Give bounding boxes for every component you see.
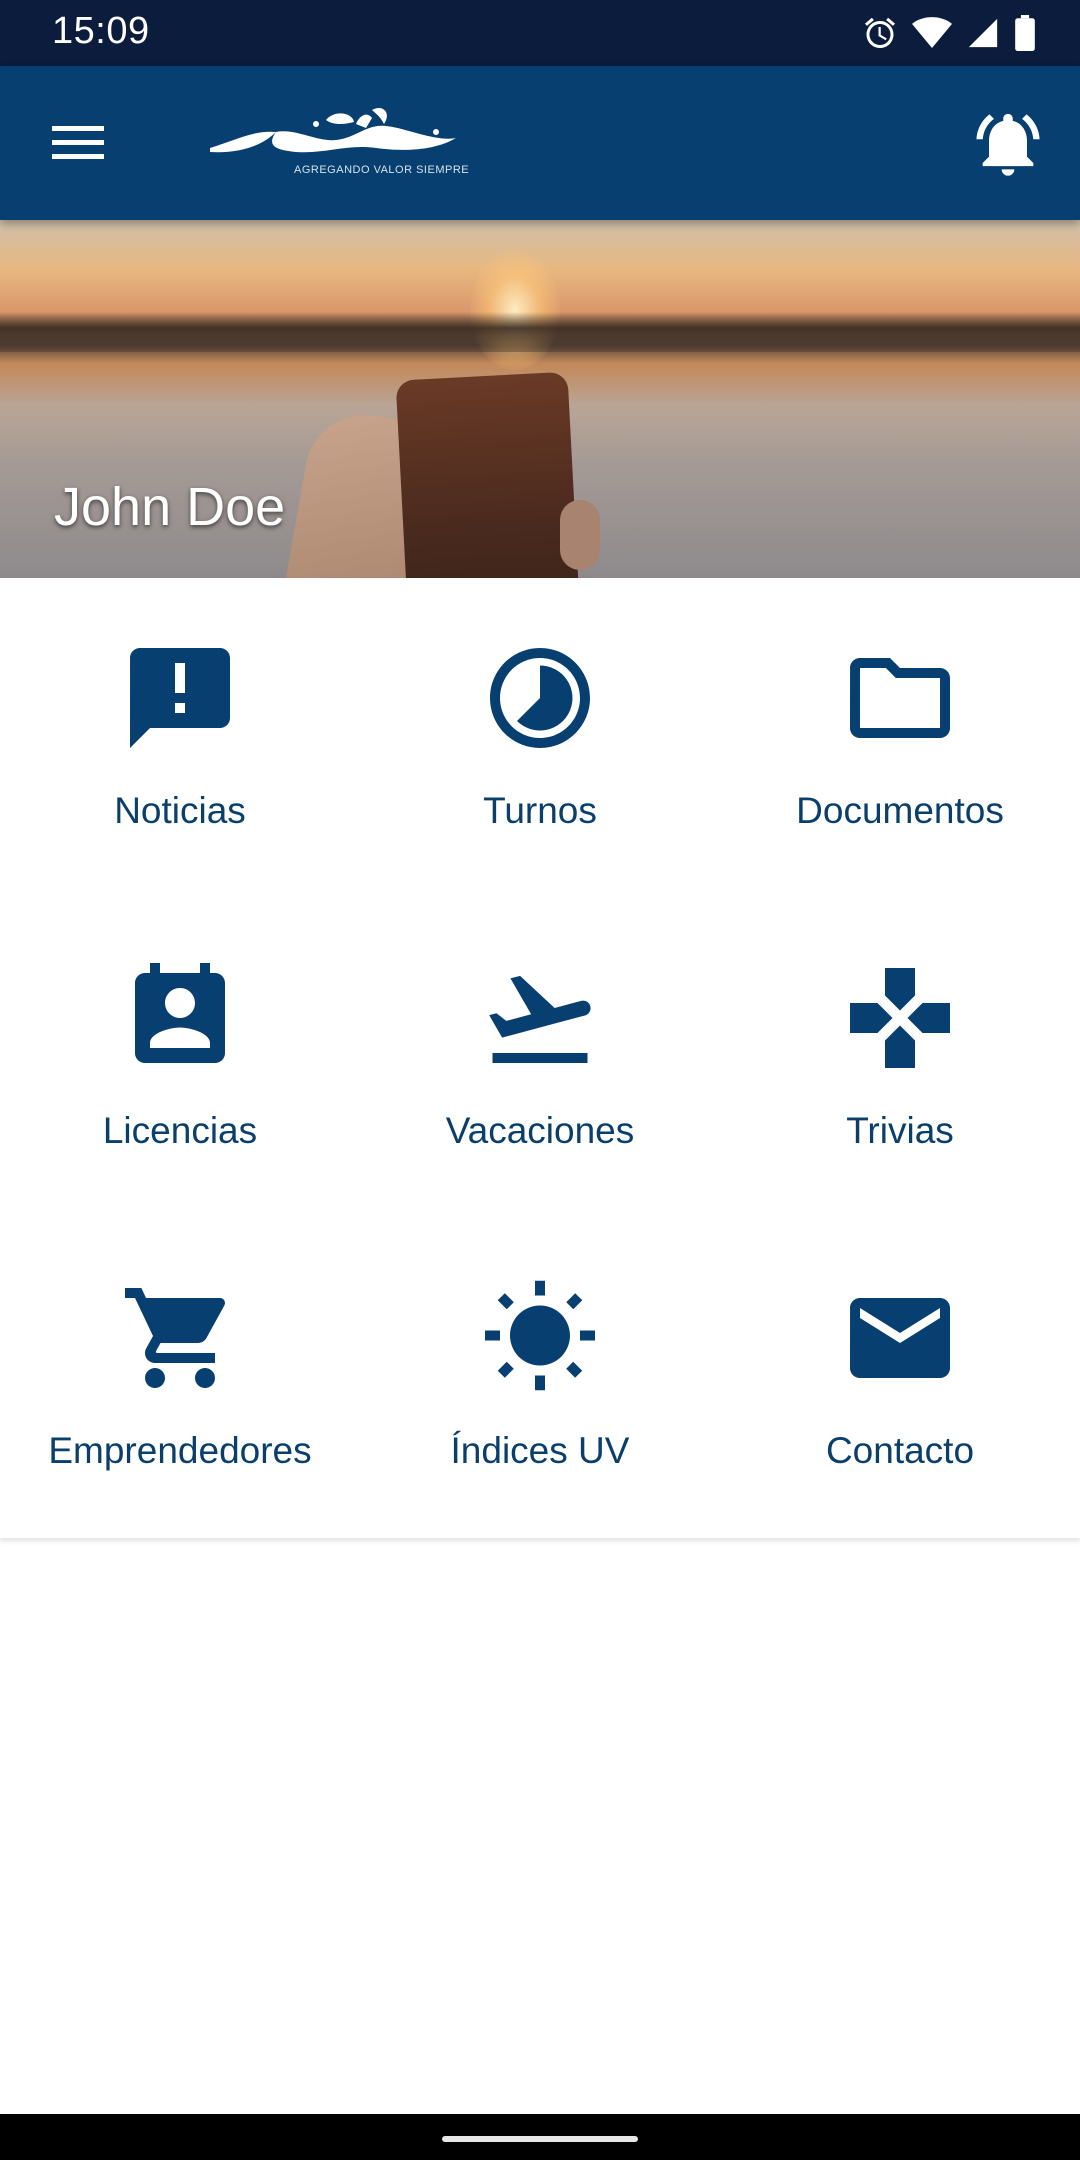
menu-item-licencias[interactable]: Licencias bbox=[0, 898, 360, 1218]
app-logo: AGREGANDO VALOR SIEMPRE bbox=[206, 102, 470, 188]
hero-sun bbox=[470, 250, 560, 370]
logo-tagline: AGREGANDO VALOR SIEMPRE bbox=[294, 164, 470, 176]
clock-icon bbox=[480, 638, 600, 758]
logo-mark-icon bbox=[210, 107, 456, 153]
hero-fingers bbox=[560, 500, 600, 570]
signal-icon bbox=[966, 16, 1000, 50]
menu-item-label: Vacaciones bbox=[445, 1110, 635, 1151]
menu-item-emprendedores[interactable]: Emprendedores bbox=[0, 1218, 360, 1538]
menu-item-label: Emprendedores bbox=[48, 1430, 312, 1471]
menu-item-label: Índices UV bbox=[450, 1430, 630, 1471]
alarm-icon bbox=[862, 15, 898, 51]
contact-calendar-icon bbox=[120, 958, 240, 1078]
hero-shoreline bbox=[0, 312, 1080, 352]
menu-item-label: Licencias bbox=[102, 1110, 258, 1151]
user-name: John Doe bbox=[54, 477, 286, 537]
sun-icon bbox=[480, 1278, 600, 1398]
menu-item-vacaciones[interactable]: Vacaciones bbox=[360, 898, 720, 1218]
menu-item-label: Trivias bbox=[846, 1110, 954, 1151]
status-time: 15:09 bbox=[52, 10, 150, 52]
app-bar: AGREGANDO VALOR SIEMPRE bbox=[0, 66, 1080, 220]
bell-ringing-icon bbox=[970, 113, 1046, 186]
profile-header-image: John Doe bbox=[0, 220, 1080, 578]
status-bar: 15:09 bbox=[0, 0, 1080, 66]
mail-icon bbox=[840, 1278, 960, 1398]
menu-item-label: Documentos bbox=[796, 790, 1004, 831]
menu-item-turnos[interactable]: Turnos bbox=[360, 578, 720, 898]
menu-item-trivias[interactable]: Trivias bbox=[720, 898, 1080, 1218]
wifi-icon bbox=[912, 15, 952, 51]
system-navigation-bar bbox=[0, 2114, 1080, 2160]
menu-item-label: Noticias bbox=[114, 790, 246, 831]
gamepad-icon bbox=[840, 958, 960, 1078]
menu-item-label: Contacto bbox=[825, 1430, 975, 1471]
home-gesture-handle[interactable] bbox=[442, 2136, 638, 2142]
flight-takeoff-icon bbox=[480, 958, 600, 1078]
hero-phone bbox=[395, 371, 581, 578]
menu-item-label: Turnos bbox=[483, 790, 597, 831]
notifications-button[interactable] bbox=[970, 106, 1046, 182]
battery-icon bbox=[1014, 15, 1036, 51]
shopping-cart-icon bbox=[120, 1278, 240, 1398]
menu-button[interactable] bbox=[38, 114, 118, 174]
announcement-icon bbox=[120, 638, 240, 758]
menu-grid: Noticias Turnos Documentos Licencias Vac… bbox=[0, 578, 1080, 1538]
menu-item-indices-uv[interactable]: Índices UV bbox=[360, 1218, 720, 1538]
folder-icon bbox=[840, 638, 960, 758]
menu-item-documentos[interactable]: Documentos bbox=[720, 578, 1080, 898]
menu-item-noticias[interactable]: Noticias bbox=[0, 578, 360, 898]
status-icons bbox=[862, 12, 1036, 54]
menu-item-contacto[interactable]: Contacto bbox=[720, 1218, 1080, 1538]
